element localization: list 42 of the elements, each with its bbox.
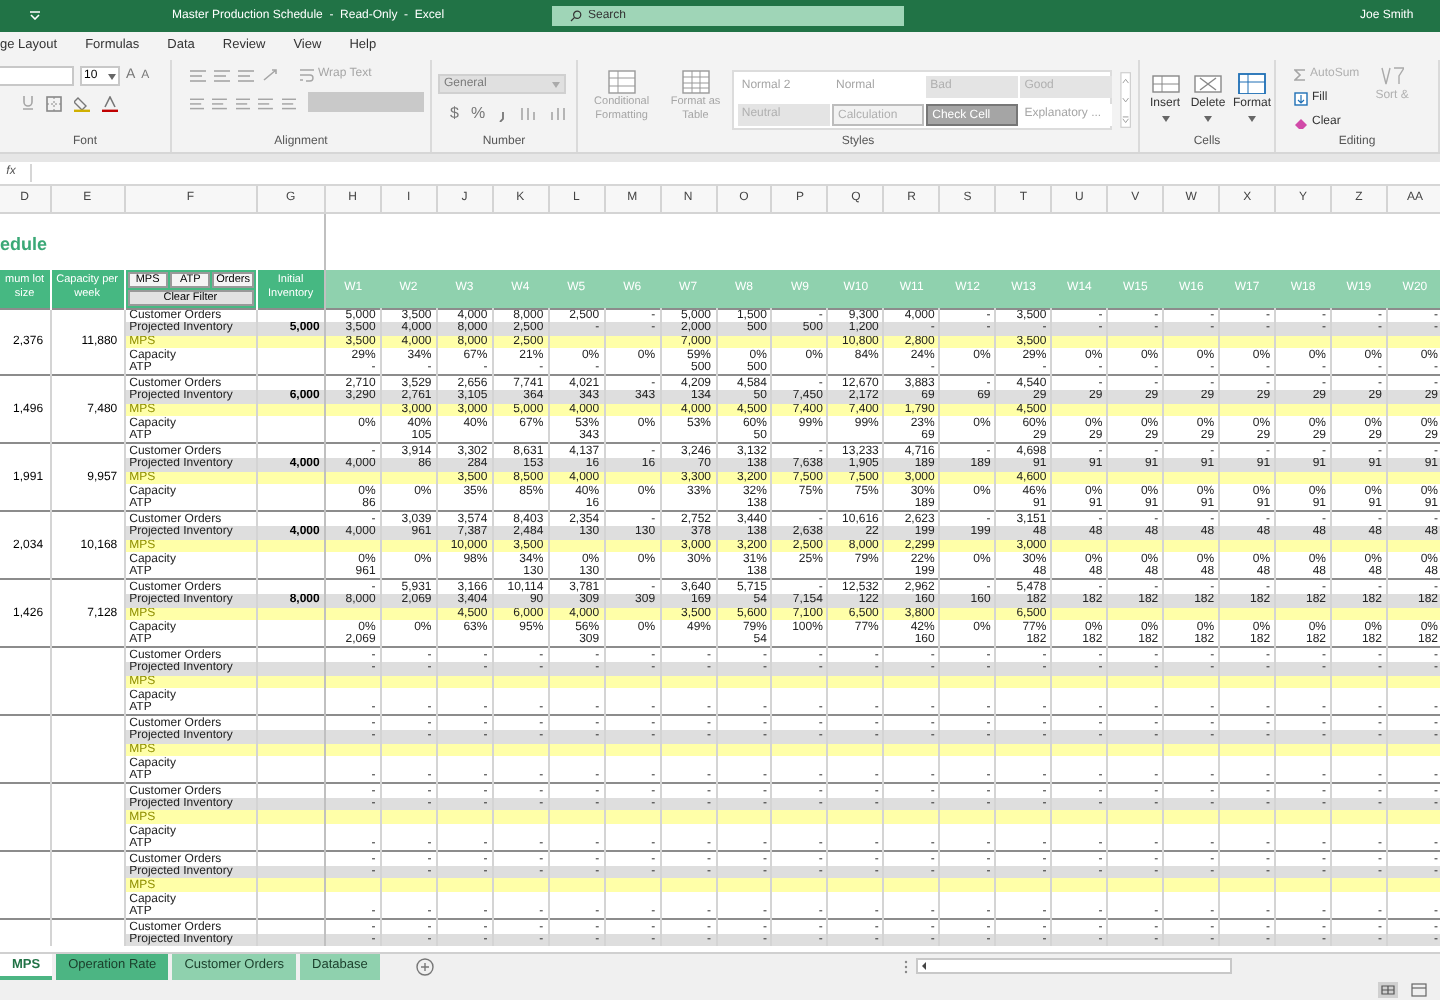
decimal-icon[interactable] (549, 106, 568, 122)
indent-icon[interactable] (258, 95, 274, 109)
search-icon (570, 10, 582, 22)
caret-icon (552, 81, 560, 87)
currency-button[interactable]: $ (450, 102, 459, 126)
caret-icon (1204, 116, 1213, 122)
caret-icon (108, 73, 116, 80)
fill-color-icon[interactable] (74, 95, 90, 111)
align-icon[interactable] (238, 68, 254, 82)
insert-icon (1151, 70, 1179, 94)
percent-button[interactable]: % (470, 102, 486, 126)
format-icon (1238, 70, 1267, 94)
align-icon[interactable] (212, 95, 228, 109)
decimal-icon[interactable] (519, 106, 538, 122)
font-name-field[interactable] (0, 66, 74, 87)
table-icon (607, 70, 636, 94)
caret-icon (1248, 116, 1257, 122)
orientation-icon[interactable] (262, 68, 280, 82)
borders-icon[interactable] (46, 95, 62, 111)
underline-icon[interactable] (22, 96, 34, 110)
delete-icon (1194, 70, 1223, 94)
dropdown-icon[interactable] (30, 10, 40, 20)
normal-view-icon[interactable] (1378, 982, 1398, 998)
align-icon[interactable] (214, 68, 230, 82)
gallery-scroll-icon[interactable] (1120, 70, 1132, 130)
add-sheet-icon[interactable] (415, 958, 434, 976)
indent-icon[interactable] (281, 95, 297, 109)
caret-icon (1161, 116, 1169, 122)
align-icon[interactable] (235, 95, 251, 109)
sheet-title: edule (0, 233, 48, 254)
fill-icon (1294, 92, 1308, 106)
eraser-icon (1294, 116, 1308, 130)
wrap-icon (300, 68, 314, 82)
comma-style-icon[interactable] (497, 106, 508, 122)
scroll-left-icon[interactable] (918, 960, 930, 972)
font-color-icon[interactable] (102, 95, 118, 111)
table-icon (681, 70, 710, 94)
align-icon[interactable] (190, 95, 205, 109)
sum-icon (1294, 68, 1306, 82)
align-icon[interactable] (190, 68, 206, 82)
horizontal-scrollbar[interactable] (916, 958, 1232, 974)
page-layout-icon[interactable] (1410, 982, 1428, 998)
